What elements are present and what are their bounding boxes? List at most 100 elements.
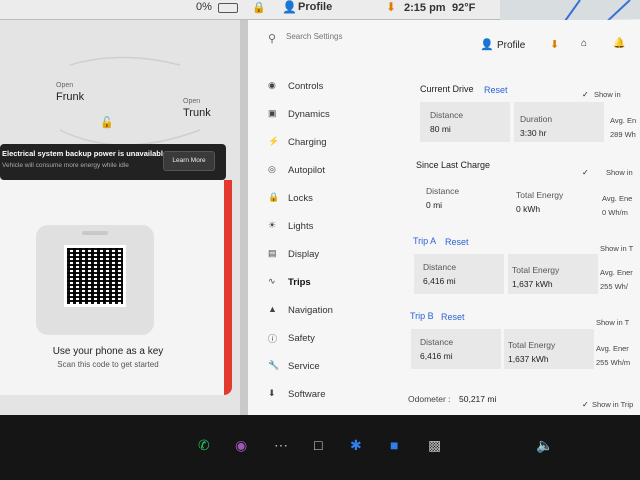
toybox-icon[interactable]: ▩ [428, 437, 441, 454]
phone-notch [82, 231, 108, 235]
more-apps-icon[interactable]: ⋯ [274, 437, 288, 454]
toggle-icon: ◉ [268, 80, 276, 90]
status-profile-label[interactable]: Profile [298, 1, 332, 13]
settings-panel: ⚲ 👤 Profile ⬇ ⌂ 🔔 ◉ Controls ▣ Dynamics … [248, 20, 640, 430]
show-in-trips-2[interactable]: Show in [606, 168, 633, 177]
nav-label: Safety [288, 333, 315, 344]
download-icon[interactable]: ⬇ [386, 0, 396, 14]
steering-wheel-icon: ◎ [268, 164, 276, 174]
slc-distance-label: Distance [426, 186, 460, 196]
camera-icon[interactable]: ■ [390, 437, 398, 453]
current-drive-reset[interactable]: Reset [484, 85, 508, 95]
current-drive-title: Current Drive [420, 84, 474, 94]
trip-a-reset[interactable]: Reset [445, 237, 469, 247]
avg-energy-value-2: 0 Wh/m [602, 208, 628, 217]
car-icon: ▣ [268, 108, 277, 118]
profile-icon[interactable]: 👤 [480, 38, 494, 51]
search-input[interactable] [286, 32, 446, 41]
show-in-trips-1[interactable]: Show in [594, 90, 621, 99]
nav-item-trips[interactable]: ∿ Trips [264, 274, 384, 292]
show-in-trips-5[interactable]: Show in Trip [592, 400, 633, 409]
nav-label: Service [288, 361, 320, 372]
bottom-dock: ✆ ◉ ⋯ □ ✱ ■ ▩ 🔈 [0, 415, 640, 480]
qr-code [64, 245, 126, 307]
phone-key-subtitle: Scan this code to get started [57, 360, 159, 369]
lightbulb-icon: ☀ [268, 220, 277, 230]
search-icon[interactable]: ⚲ [268, 32, 276, 45]
checkmark-icon[interactable]: ✓ [582, 90, 589, 99]
home-icon[interactable]: ⌂ [581, 38, 587, 49]
trip-a-distance-label: Distance [423, 262, 457, 272]
trip-a-title: Trip A [413, 236, 437, 246]
slc-energy-value: 0 kWh [516, 204, 541, 214]
trip-a-energy-value: 1,637 kWh [512, 279, 553, 289]
nav-label: Controls [288, 81, 324, 92]
clock: 2:15 pm [404, 2, 446, 14]
odometer-label: Odometer : [408, 394, 451, 404]
avg-energy-label-3: Avg. Ener [600, 268, 633, 277]
lock-icon[interactable]: 🔒 [252, 1, 266, 14]
current-duration-label: Duration [520, 114, 553, 124]
nav-label: Dynamics [288, 109, 330, 120]
current-distance-box [420, 102, 510, 142]
trip-b-reset[interactable]: Reset [441, 312, 465, 322]
nav-label: Trips [288, 277, 311, 288]
trip-a-distance-box [414, 254, 504, 294]
nav-item-software[interactable]: ⬇ Software [264, 386, 384, 404]
avg-energy-label-1: Avg. En [610, 116, 637, 125]
nav-item-display[interactable]: ▤ Display [264, 246, 384, 264]
trip-side-column: ✓ Show in Avg. En 289 Wh ✓ Show in Avg. … [582, 80, 640, 430]
phone-illustration [36, 225, 154, 335]
since-last-charge-title: Since Last Charge [416, 160, 491, 170]
phone-key-title: Use your phone as a key [52, 346, 164, 357]
bluetooth-icon[interactable]: ✱ [350, 437, 362, 454]
nav-item-service[interactable]: 🔧 Service [264, 358, 384, 376]
notice-title: Electrical system backup power is unavai… [2, 149, 168, 158]
avg-energy-value-4: 255 Wh/m [596, 358, 631, 367]
slc-energy-label: Total Energy [516, 190, 564, 200]
odometer-value: 50,217 mi [459, 394, 497, 404]
bell-icon[interactable]: 🔔 [613, 38, 625, 49]
trip-b-distance-label: Distance [420, 337, 454, 347]
nav-item-safety[interactable]: ⓘ Safety [264, 330, 384, 348]
trip-b-energy-value: 1,637 kWh [508, 354, 549, 364]
trips-icon: ∿ [268, 276, 276, 286]
nav-item-lights[interactable]: ☀ Lights [264, 218, 384, 236]
nav-item-locks[interactable]: 🔒 Locks [264, 190, 384, 208]
car-outline [59, 56, 201, 146]
current-distance-label: Distance [430, 110, 464, 120]
volume-icon[interactable]: 🔈 [536, 437, 553, 454]
nav-item-charging[interactable]: ⚡ Charging [264, 134, 384, 152]
download-icon: ⬇ [268, 388, 276, 398]
status-bar: 0% 🔒 👤 Profile ⬇ 2:15 pm 92°F [0, 0, 640, 29]
backup-power-notice: Electrical system backup power is unavai… [0, 144, 226, 180]
download-icon[interactable]: ⬇ [550, 38, 559, 51]
phone-icon[interactable]: ✆ [198, 437, 210, 454]
display-icon: ▤ [268, 248, 277, 258]
notice-subtitle: Vehicle will consume more energy while i… [2, 162, 129, 169]
checkmark-icon[interactable]: ✓ [582, 400, 589, 409]
nav-item-dynamics[interactable]: ▣ Dynamics [264, 106, 384, 124]
show-in-trips-4[interactable]: Show in T [596, 318, 629, 327]
avg-energy-value-3: 255 Wh/ [600, 282, 628, 291]
battery-icon [218, 3, 238, 13]
nav-label: Display [288, 249, 320, 260]
nav-label: Lights [288, 221, 314, 232]
profile-label[interactable]: Profile [497, 40, 525, 51]
profile-icon[interactable]: 👤 [282, 0, 297, 14]
media-icon[interactable]: ◉ [235, 437, 247, 454]
bolt-icon: ⚡ [268, 136, 280, 146]
nav-label: Charging [288, 137, 327, 148]
nav-item-autopilot[interactable]: ◎ Autopilot [264, 162, 384, 180]
trip-a-energy-label: Total Energy [512, 265, 560, 275]
wrench-icon: 🔧 [268, 360, 280, 370]
nav-item-navigation[interactable]: ▲ Navigation [264, 302, 384, 320]
checkmark-icon[interactable]: ✓ [582, 168, 589, 177]
info-circle-icon: ⓘ [268, 334, 278, 344]
nav-item-controls[interactable]: ◉ Controls [264, 78, 384, 96]
learn-more-button[interactable]: Learn More [163, 151, 215, 171]
battery-percentage: 0% [196, 1, 212, 13]
show-in-trips-3[interactable]: Show in T [600, 244, 633, 253]
calendar-icon[interactable]: □ [314, 437, 322, 453]
slc-distance-value: 0 mi [426, 200, 443, 210]
